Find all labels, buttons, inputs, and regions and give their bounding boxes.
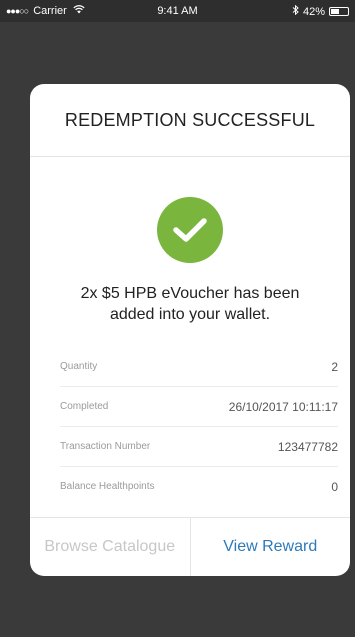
redemption-dialog: REDEMPTION SUCCESSFUL 2x $5 HPB eVoucher… (30, 84, 350, 576)
dialog-title: REDEMPTION SUCCESSFUL (64, 109, 316, 130)
detail-label: Quantity (60, 361, 98, 372)
status-bar: ●●●○○ Carrier 9:41 AM 42% (0, 0, 355, 22)
browse-catalogue-button[interactable]: Browse Catalogue (30, 518, 191, 576)
detail-row-balance-healthpoints: Balance Healthpoints 0 (60, 467, 338, 506)
success-message: 2x $5 HPB eVoucher has been added into y… (80, 285, 300, 323)
detail-row-transaction-number: Transaction Number 123477782 (60, 427, 338, 467)
view-reward-button[interactable]: View Reward (191, 518, 351, 576)
detail-value: 123477782 (277, 439, 338, 454)
detail-value: 2 (331, 359, 338, 374)
detail-value: 26/10/2017 10:11:17 (228, 399, 338, 414)
checkmark-icon (157, 197, 223, 263)
bluetooth-icon (292, 4, 299, 18)
detail-row-completed: Completed 26/10/2017 10:11:17 (60, 387, 338, 427)
detail-row-quantity: Quantity 2 (60, 347, 338, 387)
success-indicator (30, 197, 350, 263)
battery-icon (329, 7, 349, 16)
detail-value: 0 (331, 479, 338, 494)
detail-label: Balance Healthpoints (60, 481, 155, 492)
battery-percent: 42% (302, 5, 325, 18)
transaction-details: Quantity 2 Completed 26/10/2017 10:11:17… (60, 347, 338, 506)
status-right: 42% (292, 4, 349, 18)
detail-label: Completed (60, 401, 109, 412)
dialog-header: REDEMPTION SUCCESSFUL (30, 84, 350, 157)
detail-label: Transaction Number (60, 441, 151, 452)
dialog-actions: Browse Catalogue View Reward (30, 517, 350, 576)
